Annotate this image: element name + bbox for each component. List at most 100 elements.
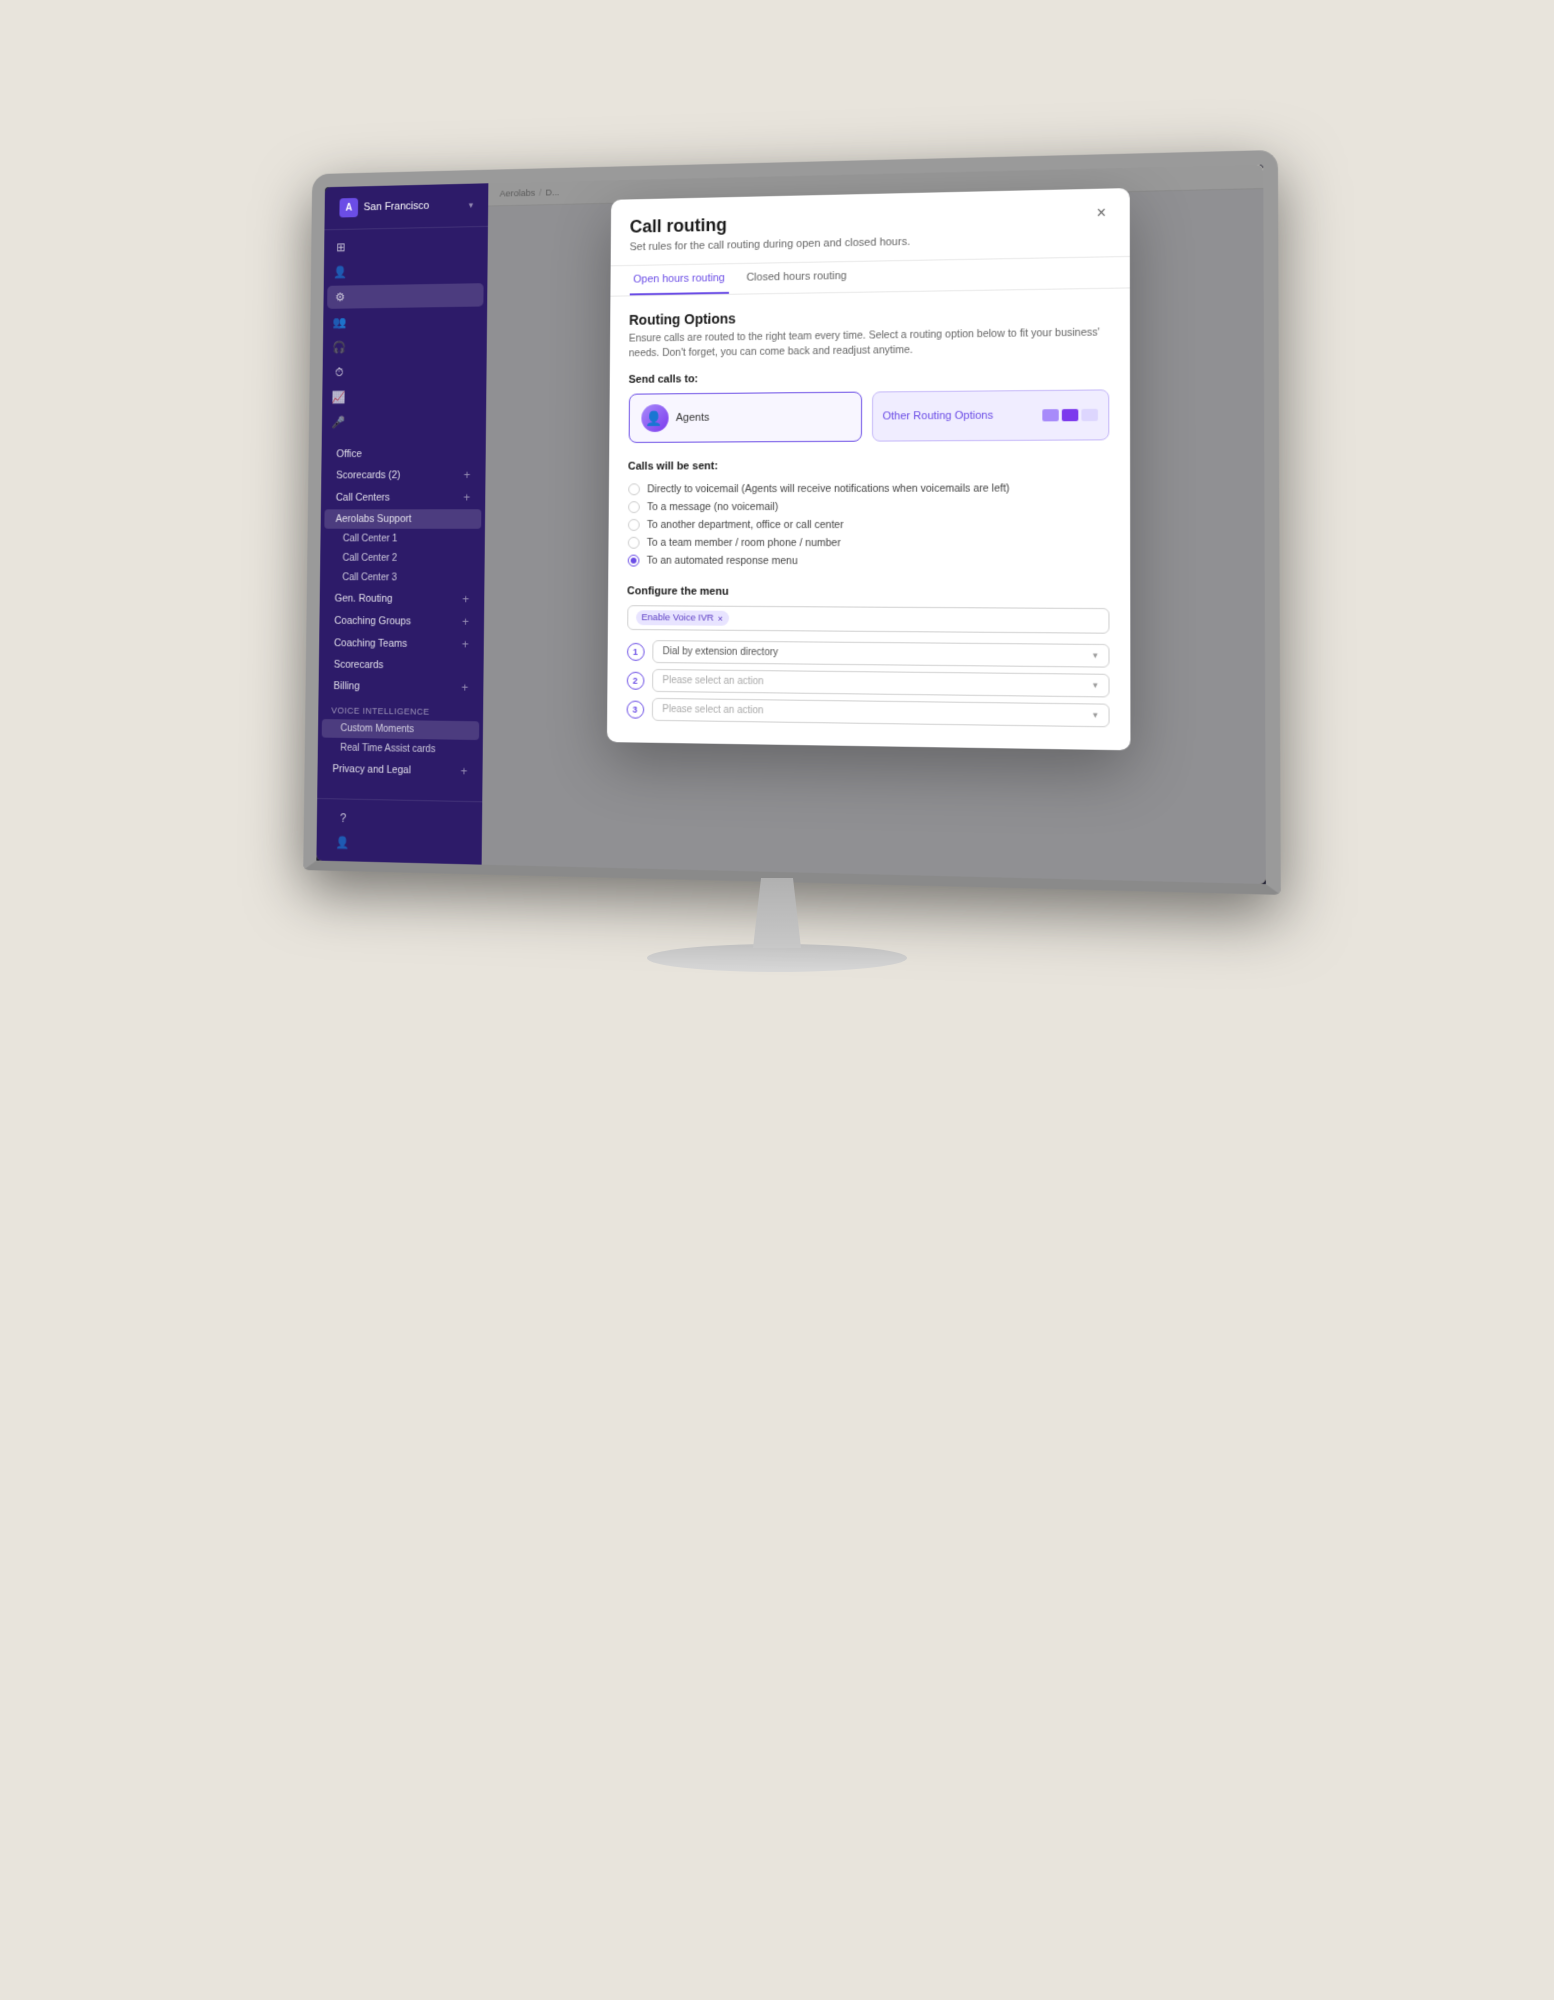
nav-item-billing[interactable]: Billing + — [322, 675, 479, 698]
sidebar-icon-clock[interactable]: ⏱ — [326, 359, 483, 384]
radio-automated-circle — [627, 555, 639, 567]
menu-row-2: 2 Please select an action ▾ — [626, 669, 1109, 698]
menu-select-3[interactable]: Please select an action ▾ — [651, 698, 1109, 727]
nav-item-coaching-teams[interactable]: Coaching Teams + — [323, 632, 480, 655]
menu-number-2: 2 — [626, 672, 644, 690]
monitor-screen: A San Francisco ▾ ⊞ 👤 — [303, 150, 1281, 895]
mini-card-3 — [1081, 409, 1098, 421]
nav-plus-billing[interactable]: + — [461, 681, 468, 695]
nav-item-user[interactable]: 👤 — [324, 830, 474, 857]
chevron-down-3-icon: ▾ — [1093, 710, 1098, 721]
nav-item-scorecards[interactable]: Scorecards — [323, 655, 480, 676]
radio-voicemail[interactable]: Directly to voicemail (Agents will recei… — [628, 480, 1109, 499]
sidebar-icon-strip: ⊞ 👤 ⚙ 👥 🎧 — [322, 227, 488, 440]
team-icon: 👥 — [332, 314, 347, 330]
modal-close-button[interactable]: × — [1090, 203, 1113, 226]
monitor-neck — [737, 878, 817, 948]
routing-card-agents[interactable]: 👤 Agents — [628, 392, 861, 443]
routing-options-cards: 👤 Agents Other Routing Options — [628, 390, 1109, 444]
radio-automated[interactable]: To an automated response menu — [627, 552, 1109, 572]
chart-icon: 📈 — [331, 389, 346, 405]
nav-item-office[interactable]: Office — [325, 444, 482, 464]
nav-item-scorecards2[interactable]: Scorecards (2) + — [325, 464, 482, 486]
nav-item-callcenters[interactable]: Call Centers + — [325, 487, 482, 509]
nav-label-scorecards: Scorecards — [334, 659, 384, 671]
nav-plus-gen[interactable]: + — [462, 592, 469, 606]
nav-item-aerolabs[interactable]: Aerolabs Support — [324, 509, 481, 529]
nav-label-coaching-teams: Coaching Teams — [334, 637, 407, 649]
sidebar-top: A San Francisco ▾ — [324, 183, 488, 230]
app-container: A San Francisco ▾ ⊞ 👤 — [316, 165, 1265, 884]
settings-icon: ⚙ — [333, 289, 348, 305]
org-name: San Francisco — [364, 199, 464, 213]
sidebar-icon-person[interactable]: 👤 — [327, 258, 483, 284]
menu-select-1-value: Dial by extension directory — [663, 647, 779, 659]
sidebar-icon-mic[interactable]: 🎤 — [326, 410, 483, 434]
menu-number-3: 3 — [626, 700, 644, 718]
sidebar-icon-chart[interactable]: 📈 — [326, 384, 483, 409]
mini-card-2 — [1061, 409, 1077, 421]
nav-item-cc1[interactable]: Call Center 1 — [324, 530, 481, 549]
radio-department-label: To another department, office or call ce… — [647, 519, 844, 531]
call-routing-modal: Call routing Set rules for the call rout… — [606, 188, 1129, 751]
nav-item-rta[interactable]: Real Time Assist cards — [321, 739, 479, 760]
nav-label-custom-moments: Custom Moments — [333, 723, 414, 735]
nav-item-cc2[interactable]: Call Center 2 — [324, 549, 481, 568]
nav-plus-cg[interactable]: + — [462, 615, 469, 629]
sidebar-icon-home[interactable]: ⊞ — [328, 233, 484, 259]
help-icon: ? — [336, 810, 351, 826]
nav-item-gen-routing[interactable]: Gen. Routing + — [323, 588, 480, 610]
nav-label-scorecards2: Scorecards (2) — [336, 469, 400, 481]
mini-card-1 — [1042, 410, 1058, 422]
monitor-base — [647, 944, 907, 972]
radio-voicemail-label: Directly to voicemail (Agents will recei… — [647, 483, 1009, 496]
nav-plus-callcenters[interactable]: + — [463, 491, 470, 505]
radio-message-circle — [628, 502, 640, 514]
chevron-down-2-icon: ▾ — [1093, 680, 1098, 691]
menu-row-3: 3 Please select an action ▾ — [626, 698, 1109, 728]
mic-icon: 🎤 — [331, 415, 346, 431]
radio-automated-label: To an automated response menu — [647, 555, 798, 567]
sidebar-icon-settings[interactable]: ⚙ — [327, 283, 483, 309]
menu-row-1: 1 Dial by extension directory ▾ — [627, 640, 1110, 668]
org-chevron-icon: ▾ — [469, 200, 473, 211]
routing-card-other[interactable]: Other Routing Options — [871, 390, 1108, 442]
radio-voicemail-circle — [628, 484, 640, 496]
nav-label-gen-routing: Gen. Routing — [335, 593, 393, 605]
sidebar-nav: Office Scorecards (2) + Call Centers + A… — [317, 439, 486, 801]
nav-label-cc2: Call Center 2 — [335, 553, 397, 564]
org-selector[interactable]: A San Francisco ▾ — [334, 191, 479, 221]
nav-plus-privacy[interactable]: + — [461, 764, 468, 778]
nav-label-billing: Billing — [333, 680, 359, 692]
modal-body: Routing Options Ensure calls are routed … — [606, 288, 1129, 750]
configure-title: Configure the menu — [627, 586, 1109, 601]
nav-item-cc3[interactable]: Call Center 3 — [324, 568, 481, 587]
nav-plus-ct[interactable]: + — [462, 638, 469, 652]
nav-label-rta: Real Time Assist cards — [333, 743, 436, 755]
nav-label-privacy: Privacy and Legal — [332, 763, 411, 776]
nav-item-custom-moments[interactable]: Custom Moments — [322, 719, 480, 740]
tag-input: Enable Voice IVR × — [627, 606, 1109, 635]
sidebar-icon-team[interactable]: 👥 — [327, 308, 484, 333]
menu-number-1: 1 — [627, 643, 645, 661]
menu-select-1[interactable]: Dial by extension directory ▾ — [652, 640, 1109, 668]
ivr-tag-remove[interactable]: × — [718, 614, 723, 624]
tab-closed-hours[interactable]: Closed hours routing — [742, 262, 850, 294]
radio-team-member-label: To a team member / room phone / number — [647, 537, 841, 549]
radio-department[interactable]: To another department, office or call ce… — [627, 516, 1108, 534]
main-content: Aerolabs / D... Call routing Set rules f… — [482, 165, 1266, 884]
send-calls-label: Send calls to: — [629, 369, 1109, 386]
radio-team-member[interactable]: To a team member / room phone / number — [627, 534, 1109, 553]
sidebar-icon-headset[interactable]: 🎧 — [327, 334, 484, 359]
radio-message[interactable]: To a message (no voicemail) — [628, 498, 1109, 517]
clock-icon: ⏱ — [332, 364, 347, 380]
nav-item-coaching-groups[interactable]: Coaching Groups + — [323, 610, 480, 633]
home-icon: ⊞ — [333, 239, 348, 255]
nav-item-help[interactable]: ? — [324, 806, 474, 833]
calls-sent-title: Calls will be sent: — [628, 459, 1109, 473]
tab-open-hours[interactable]: Open hours routing — [629, 264, 729, 295]
nav-item-privacy[interactable]: Privacy and Legal + — [321, 758, 479, 782]
nav-label-aerolabs: Aerolabs Support — [336, 513, 412, 525]
menu-select-2[interactable]: Please select an action ▾ — [652, 669, 1109, 697]
nav-plus-scorecards[interactable]: + — [464, 468, 471, 482]
